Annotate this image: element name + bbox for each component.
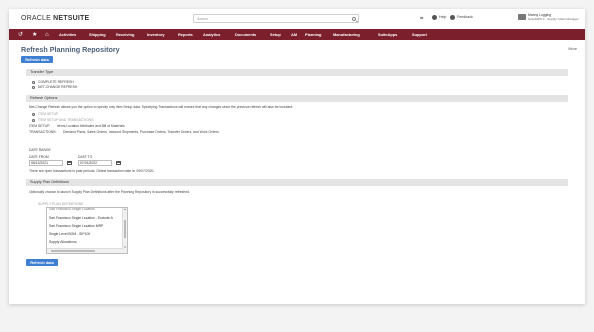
global-search-input[interactable]: Search	[193, 14, 359, 23]
net-change-refresh-radio[interactable]	[32, 86, 35, 89]
help-icon[interactable]	[432, 15, 437, 20]
nav-item-analytics[interactable]: Analytics	[203, 32, 220, 37]
listbox-vertical-scrollbar[interactable]: ▲ ▼	[122, 208, 127, 253]
star-icon[interactable]: ★	[32, 32, 37, 38]
horizontal-scroll-thumb[interactable]	[51, 249, 95, 252]
nav-item-shipping[interactable]: Shipping	[89, 32, 106, 37]
date-from-input[interactable]: 06/12/2021	[29, 160, 63, 166]
transactions-value: Demand Plans, Sales Orders, Inbound Ship…	[63, 130, 219, 134]
logo-prefix: ORACLE	[21, 15, 51, 22]
top-bar: ORACLE NETSUITE Search ⇆ Help Feedback M…	[9, 9, 585, 30]
netsuite-window: ORACLE NETSUITE Search ⇆ Help Feedback M…	[9, 9, 585, 304]
search-icon[interactable]	[352, 16, 356, 21]
home-icon[interactable]: ⌂	[45, 32, 49, 38]
user-role[interactable]: SuiteMRS 2 - Supply Chain Manager	[528, 17, 579, 21]
date-from-label: DATE FROM	[29, 155, 49, 159]
net-change-refresh-label: NET-CHANGE REFRESH	[38, 85, 78, 89]
page-title: Refresh Planning Repository	[21, 45, 120, 54]
feedback-link[interactable]: Feedback	[457, 15, 473, 19]
user-icon[interactable]	[518, 14, 526, 20]
refresh-data-button[interactable]: Refresh data	[21, 56, 53, 63]
nav-item-setup[interactable]: Setup	[270, 32, 281, 37]
nav-item-am[interactable]: AM	[291, 32, 297, 37]
nav-item-receiving[interactable]: Receiving	[116, 32, 134, 37]
date-range-label: DATE RANGE	[29, 148, 51, 152]
nav-item-suiteapps[interactable]: SuiteApps	[378, 32, 397, 37]
more-link[interactable]: More	[568, 47, 577, 51]
nav-item-activities[interactable]: Activities	[59, 32, 76, 37]
item-setup-label: ITEM SETUP:	[29, 124, 51, 128]
listbox-horizontal-scrollbar[interactable]	[47, 248, 123, 253]
item-setup-option-label: ITEM SETUP	[38, 112, 59, 116]
transfer-type-header[interactable]: Transfer Type	[26, 69, 568, 76]
refresh-data-button-bottom[interactable]: Refresh data	[26, 259, 58, 266]
oracle-netsuite-logo[interactable]: ORACLE NETSUITE	[21, 15, 89, 22]
logo-suffix: NETSUITE	[53, 15, 90, 22]
item-setup-and-transactions-option-label: ITEM SETUP AND TRANSACTIONS	[38, 118, 94, 122]
list-item[interactable]: San Francisco Single Location - Exclude …	[49, 216, 113, 220]
complete-refresh-label: COMPLETE REFRESH	[38, 80, 74, 84]
refresh-options-description: Net-Change Refresh allows you the option…	[29, 105, 294, 109]
transactions-label: TRANSACTIONS:	[29, 130, 57, 134]
feedback-icon[interactable]	[450, 15, 455, 20]
calendar-icon[interactable]	[67, 161, 72, 165]
main-nav: ↺ ★ ⌂ Activities Shipping Receiving Inve…	[9, 29, 585, 40]
user-switch-icon[interactable]: ⇆	[420, 15, 423, 20]
recent-icon[interactable]: ↺	[18, 32, 23, 38]
open-transactions-note: There are open transactions in past peri…	[29, 169, 155, 173]
supply-plan-list-label: SUPPLY PLAN DEFINITIONS	[38, 202, 84, 206]
nav-item-planning[interactable]: Planning	[305, 32, 321, 37]
help-link[interactable]: Help	[439, 15, 446, 19]
refresh-options-header[interactable]: Refresh Options	[26, 95, 568, 102]
item-setup-value: Items,Location Attributes and Bill of Ma…	[57, 124, 125, 128]
list-item[interactable]: Single Level BOM - SIP100	[49, 232, 90, 236]
supply-plan-description: Optionally choose to launch Supply Plan …	[29, 190, 190, 194]
search-placeholder: Search	[197, 17, 209, 21]
calendar-icon[interactable]	[116, 161, 121, 165]
scroll-down-icon[interactable]: ▼	[123, 246, 127, 249]
list-item[interactable]: San Francisco Single Location MRP	[49, 224, 103, 228]
date-to-input[interactable]: 07/01/2022	[78, 160, 112, 166]
item-setup-radio[interactable]	[32, 113, 35, 116]
complete-refresh-radio[interactable]	[32, 81, 35, 84]
list-item[interactable]: San Francisco Single Location	[49, 208, 95, 211]
list-item[interactable]: Supply Allocations	[49, 240, 77, 244]
scroll-up-icon[interactable]: ▲	[123, 208, 127, 211]
supply-plan-header[interactable]: Supply Plan Definitions	[26, 179, 568, 186]
nav-item-reports[interactable]: Reports	[178, 32, 193, 37]
nav-item-manufacturing[interactable]: Manufacturing	[333, 32, 360, 37]
nav-item-support[interactable]: Support	[412, 32, 427, 37]
item-setup-and-transactions-radio[interactable]	[32, 119, 35, 122]
scroll-thumb[interactable]	[123, 220, 126, 238]
nav-item-inventory[interactable]: Inventory	[147, 32, 165, 37]
nav-item-documents[interactable]: Documents	[235, 32, 256, 37]
supply-plan-listbox[interactable]: San Francisco Single Location San Franci…	[46, 207, 128, 254]
date-to-label: DATE TO	[78, 155, 93, 159]
